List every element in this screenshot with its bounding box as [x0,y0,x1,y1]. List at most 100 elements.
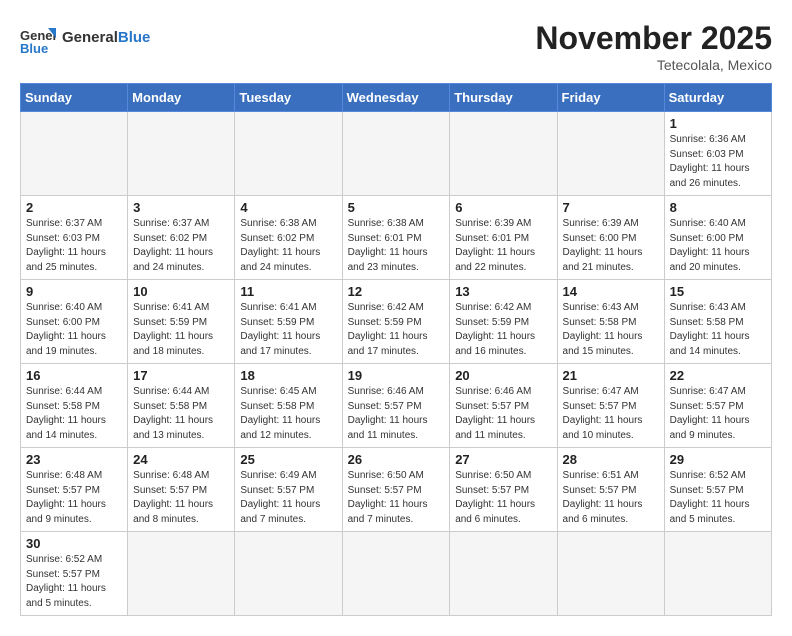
logo: General Blue GeneralBlue [20,20,150,56]
day-cell [557,112,664,196]
weekday-header-tuesday: Tuesday [235,84,342,112]
day-cell: 18 Sunrise: 6:45 AMSunset: 5:58 PMDayligh… [235,364,342,448]
day-cell: 23 Sunrise: 6:48 AMSunset: 5:57 PMDayligh… [21,448,128,532]
day-cell: 3 Sunrise: 6:37 AMSunset: 6:02 PMDaylight… [128,196,235,280]
day-number: 21 [563,368,659,383]
day-number: 16 [26,368,122,383]
day-cell: 9Sunrise: 6:40 AMSunset: 6:00 PMDaylight… [21,280,128,364]
weekday-header-thursday: Thursday [450,84,557,112]
day-cell: 25Sunrise: 6:49 AMSunset: 5:57 PMDayligh… [235,448,342,532]
day-cell: 11 Sunrise: 6:41 AMSunset: 5:59 PMDayligh… [235,280,342,364]
day-number: 15 [670,284,766,299]
day-number: 8 [670,200,766,215]
weekday-header-sunday: Sunday [21,84,128,112]
day-info: Sunrise: 6:46 AMSunset: 5:57 PMDaylight:… [455,385,551,443]
day-number: 4 [240,200,336,215]
weekday-header-monday: Monday [128,84,235,112]
day-cell: 22 Sunrise: 6:47 AMSunset: 5:57 PMDayligh… [664,364,771,448]
day-cell: 13 Sunrise: 6:42 AMSunset: 5:59 PMDayligh… [450,280,557,364]
day-info: Sunrise: 6:46 AMSunset: 5:57 PMDaylight:… [348,385,445,443]
day-info: Sunrise: 6:40 AMSunset: 6:00 PMDaylight:… [670,217,766,275]
day-number: 6 [455,200,551,215]
day-cell: 8 Sunrise: 6:40 AMSunset: 6:00 PMDaylight… [664,196,771,280]
day-number: 30 [26,536,122,551]
day-number: 17 [133,368,229,383]
day-cell: 20 Sunrise: 6:46 AMSunset: 5:57 PMDayligh… [450,364,557,448]
day-number: 25 [240,452,336,467]
day-number: 19 [348,368,445,383]
day-info: Sunrise: 6:44 AMSunset: 5:58 PMDaylight:… [133,385,229,443]
day-info: Sunrise: 6:38 AMSunset: 6:01 PMDaylight:… [348,217,445,275]
day-cell: 2 Sunrise: 6:37 AMSunset: 6:03 PMDaylight… [21,196,128,280]
day-info: Sunrise: 6:38 AMSunset: 6:02 PMDaylight:… [240,217,336,275]
day-cell [21,112,128,196]
day-cell [235,532,342,616]
day-info: Sunrise: 6:50 AMSunset: 5:57 PMDaylight:… [455,469,551,527]
day-cell: 7 Sunrise: 6:39 AMSunset: 6:00 PMDaylight… [557,196,664,280]
day-info: Sunrise: 6:44 AMSunset: 5:58 PMDaylight:… [26,385,122,443]
day-cell: 27Sunrise: 6:50 AMSunset: 5:57 PMDayligh… [450,448,557,532]
svg-text:Blue: Blue [20,41,48,56]
day-cell: 14 Sunrise: 6:43 AMSunset: 5:58 PMDayligh… [557,280,664,364]
day-number: 12 [348,284,445,299]
day-cell: 12Sunrise: 6:42 AMSunset: 5:59 PMDayligh… [342,280,450,364]
weekday-header-saturday: Saturday [664,84,771,112]
day-cell [128,532,235,616]
day-info: Sunrise: 6:39 AMSunset: 6:00 PMDaylight:… [563,217,659,275]
day-number: 11 [240,284,336,299]
day-number: 3 [133,200,229,215]
week-row-6: 30 Sunrise: 6:52 AMSunset: 5:57 PMDayligh… [21,532,772,616]
day-info: Sunrise: 6:43 AMSunset: 5:58 PMDaylight:… [563,301,659,359]
day-number: 24 [133,452,229,467]
week-row-2: 2 Sunrise: 6:37 AMSunset: 6:03 PMDaylight… [21,196,772,280]
day-info: Sunrise: 6:41 AMSunset: 5:59 PMDaylight:… [240,301,336,359]
day-cell [235,112,342,196]
day-cell: 10Sunrise: 6:41 AMSunset: 5:59 PMDayligh… [128,280,235,364]
day-cell: 16 Sunrise: 6:44 AMSunset: 5:58 PMDayligh… [21,364,128,448]
day-number: 23 [26,452,122,467]
weekday-header-row: SundayMondayTuesdayWednesdayThursdayFrid… [21,84,772,112]
day-info: Sunrise: 6:40 AMSunset: 6:00 PMDaylight:… [26,301,122,359]
day-cell [664,532,771,616]
day-info: Sunrise: 6:48 AMSunset: 5:57 PMDaylight:… [26,469,122,527]
week-row-1: 1 Sunrise: 6:36 AMSunset: 6:03 PMDaylight… [21,112,772,196]
location: Tetecolala, Mexico [535,57,772,73]
day-cell [450,532,557,616]
day-number: 13 [455,284,551,299]
day-cell: 30 Sunrise: 6:52 AMSunset: 5:57 PMDayligh… [21,532,128,616]
day-number: 5 [348,200,445,215]
day-cell: 28Sunrise: 6:51 AMSunset: 5:57 PMDayligh… [557,448,664,532]
day-number: 29 [670,452,766,467]
day-info: Sunrise: 6:45 AMSunset: 5:58 PMDaylight:… [240,385,336,443]
day-cell: 19 Sunrise: 6:46 AMSunset: 5:57 PMDayligh… [342,364,450,448]
day-cell: 21 Sunrise: 6:47 AMSunset: 5:57 PMDayligh… [557,364,664,448]
day-info: Sunrise: 6:47 AMSunset: 5:57 PMDaylight:… [563,385,659,443]
day-number: 2 [26,200,122,215]
day-cell [342,112,450,196]
day-number: 20 [455,368,551,383]
day-number: 1 [670,116,766,131]
day-info: Sunrise: 6:43 AMSunset: 5:58 PMDaylight:… [670,301,766,359]
day-cell: 5 Sunrise: 6:38 AMSunset: 6:01 PMDaylight… [342,196,450,280]
day-number: 22 [670,368,766,383]
day-info: Sunrise: 6:36 AMSunset: 6:03 PMDaylight:… [670,133,766,191]
day-info: Sunrise: 6:42 AMSunset: 5:59 PMDaylight:… [455,301,551,359]
day-number: 28 [563,452,659,467]
week-row-5: 23 Sunrise: 6:48 AMSunset: 5:57 PMDayligh… [21,448,772,532]
page-header: General Blue GeneralBlue November 2025 T… [20,20,772,73]
day-number: 18 [240,368,336,383]
calendar-table: SundayMondayTuesdayWednesdayThursdayFrid… [20,83,772,616]
day-info: Sunrise: 6:37 AMSunset: 6:03 PMDaylight:… [26,217,122,275]
day-cell: 24Sunrise: 6:48 AMSunset: 5:57 PMDayligh… [128,448,235,532]
week-row-3: 9Sunrise: 6:40 AMSunset: 6:00 PMDaylight… [21,280,772,364]
day-number: 10 [133,284,229,299]
day-info: Sunrise: 6:37 AMSunset: 6:02 PMDaylight:… [133,217,229,275]
day-info: Sunrise: 6:47 AMSunset: 5:57 PMDaylight:… [670,385,766,443]
day-cell [128,112,235,196]
day-cell: 15 Sunrise: 6:43 AMSunset: 5:58 PMDayligh… [664,280,771,364]
day-number: 7 [563,200,659,215]
day-info: Sunrise: 6:52 AMSunset: 5:57 PMDaylight:… [26,553,122,611]
day-number: 14 [563,284,659,299]
day-cell [557,532,664,616]
day-info: Sunrise: 6:52 AMSunset: 5:57 PMDaylight:… [670,469,766,527]
